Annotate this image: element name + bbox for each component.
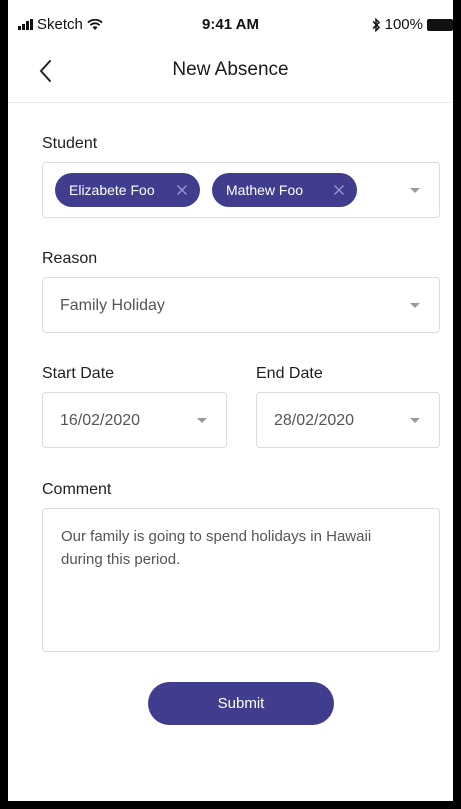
bluetooth-icon: [372, 17, 380, 32]
dropdown-caret-icon: [410, 303, 420, 308]
start-date-select[interactable]: 16/02/2020: [42, 392, 227, 448]
start-date-label: Start Date: [42, 365, 115, 382]
student-chip: Elizabete Foo: [55, 173, 200, 207]
comment-value: Our family is going to spend holidays in…: [61, 528, 372, 568]
start-date-value: 16/02/2020: [60, 412, 141, 429]
nav-bar: New Absence: [8, 44, 453, 103]
student-label: Student: [42, 135, 98, 152]
battery-label: 100%: [384, 16, 423, 33]
end-date-label: End Date: [256, 365, 323, 382]
student-chip-label: Elizabete Foo: [69, 182, 155, 198]
battery-icon: [427, 18, 453, 31]
comment-textarea[interactable]: Our family is going to spend holidays in…: [42, 508, 440, 652]
student-chip-label: Mathew Foo: [226, 182, 304, 198]
status-right: 100%: [371, 16, 453, 33]
status-bar: Sketch 9:41 AM 100%: [8, 0, 453, 40]
end-date-select[interactable]: 28/02/2020: [256, 392, 440, 448]
remove-chip-icon[interactable]: [333, 184, 345, 196]
page-title: New Absence: [172, 59, 289, 80]
reason-select[interactable]: Family Holiday: [42, 277, 440, 333]
reason-label: Reason: [42, 250, 98, 267]
dropdown-caret-icon: [197, 418, 207, 423]
student-chip: Mathew Foo: [212, 173, 357, 207]
dropdown-caret-icon: [410, 188, 420, 193]
submit-button[interactable]: Submit: [148, 682, 334, 725]
end-date-value: 28/02/2020: [274, 412, 355, 429]
dropdown-caret-icon: [410, 418, 420, 423]
reason-value: Family Holiday: [60, 297, 165, 314]
student-select[interactable]: Elizabete Foo Mathew Foo: [42, 162, 440, 218]
comment-label: Comment: [42, 481, 112, 498]
remove-chip-icon[interactable]: [176, 184, 188, 196]
screen: Sketch 9:41 AM 100% New Absence Student …: [8, 0, 453, 801]
